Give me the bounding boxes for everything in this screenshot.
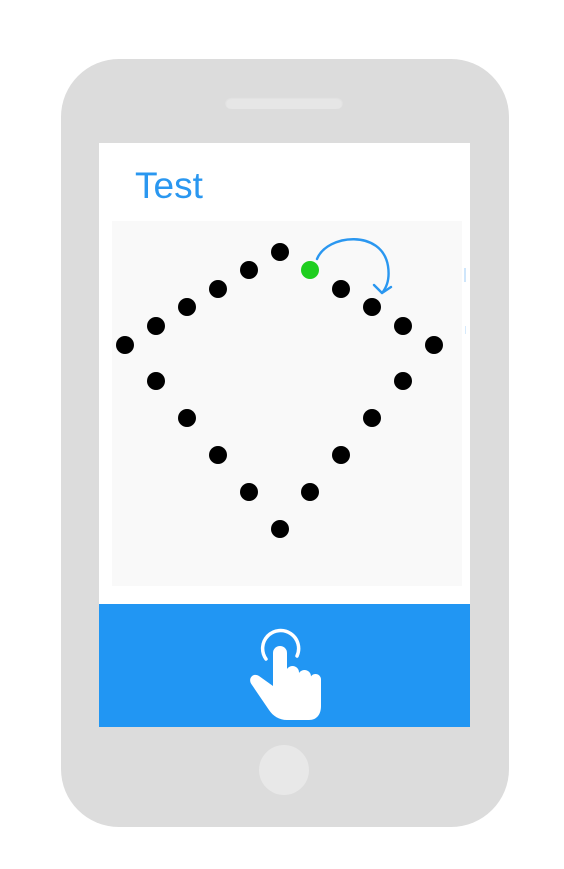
pattern-canvas[interactable] — [112, 221, 462, 586]
clockwise-arrow-icon — [315, 238, 393, 295]
home-button[interactable] — [259, 745, 309, 795]
pattern-dot[interactable] — [178, 409, 196, 427]
pattern-dot[interactable] — [332, 280, 350, 298]
pattern-dot[interactable] — [301, 483, 319, 501]
pattern-dot[interactable] — [425, 336, 443, 354]
phone-speaker — [225, 97, 343, 109]
dot-pattern — [116, 238, 443, 538]
tap-action-bar[interactable] — [99, 604, 470, 727]
edge-indicator — [465, 326, 466, 334]
edge-indicator — [464, 268, 466, 282]
pattern-dot[interactable] — [240, 261, 258, 279]
tap-hand-icon — [250, 628, 321, 720]
pattern-dot[interactable] — [209, 280, 227, 298]
pattern-dot[interactable] — [363, 298, 381, 316]
pattern-dot[interactable] — [363, 409, 381, 427]
pattern-dot[interactable] — [271, 243, 289, 261]
app-screen: Test — [99, 143, 470, 727]
pattern-dot[interactable] — [147, 317, 165, 335]
pattern-dot[interactable] — [178, 298, 196, 316]
pattern-dot[interactable] — [147, 372, 165, 390]
active-dot[interactable] — [301, 261, 319, 279]
pattern-dot[interactable] — [116, 336, 134, 354]
pattern-dot[interactable] — [394, 317, 412, 335]
pattern-dot[interactable] — [332, 446, 350, 464]
pattern-dot[interactable] — [394, 372, 412, 390]
page-title: Test — [135, 165, 203, 206]
pattern-dot[interactable] — [209, 446, 227, 464]
pattern-dot[interactable] — [271, 520, 289, 538]
pattern-dot[interactable] — [240, 483, 258, 501]
